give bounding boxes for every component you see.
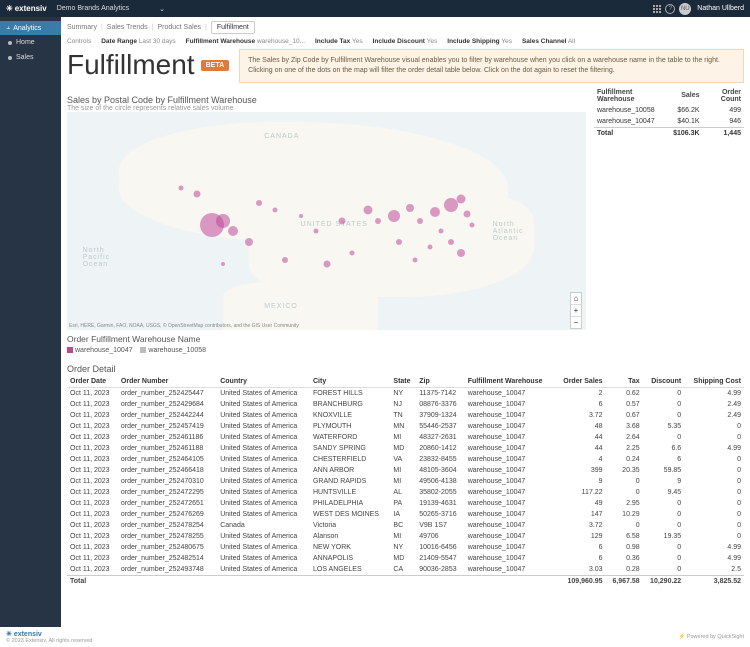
- topbar: ✳ extensiv Demo Brands Analytics⌄ ? NU N…: [0, 0, 750, 17]
- table-row[interactable]: Oct 11, 2023order_number_252470310United…: [67, 476, 744, 487]
- table-row[interactable]: Oct 11, 2023order_number_252442244United…: [67, 410, 744, 421]
- detail-col[interactable]: Discount: [643, 376, 685, 388]
- table-row[interactable]: Oct 11, 2023order_number_252457419United…: [67, 421, 744, 432]
- map-zoom-controls[interactable]: ⌂ + −: [570, 292, 582, 329]
- tab-summary[interactable]: Summary: [67, 24, 97, 31]
- sidebar-item-home[interactable]: Home: [0, 35, 61, 50]
- table-row[interactable]: Oct 11, 2023order_number_252429684United…: [67, 399, 744, 410]
- table-row[interactable]: Oct 11, 2023order_number_252472295United…: [67, 487, 744, 498]
- table-row[interactable]: Oct 11, 2023order_number_252480675United…: [67, 542, 744, 553]
- table-row[interactable]: Oct 11, 2023order_number_252478255United…: [67, 531, 744, 542]
- tab-sales-trends[interactable]: Sales Trends: [107, 24, 148, 31]
- apps-icon[interactable]: [653, 5, 661, 13]
- wh-total-row: Total$106.3K1,445: [594, 127, 744, 139]
- user-avatar[interactable]: NU: [679, 3, 691, 15]
- detail-col[interactable]: Fulfillment Warehouse: [465, 376, 555, 388]
- user-name: Nathan Ullberd: [697, 5, 744, 12]
- table-row[interactable]: Oct 11, 2023order_number_252476269United…: [67, 509, 744, 520]
- detail-col[interactable]: Order Date: [67, 376, 118, 388]
- footer-logo: ✳ extensiv: [6, 631, 42, 638]
- footer-copyright: © 2023 Extensiv, All rights reserved: [6, 638, 93, 644]
- chart-icon: ⫠: [6, 24, 10, 32]
- tab-bar: Summary| Sales Trends| Product Sales| Fu…: [67, 21, 744, 34]
- table-row[interactable]: Oct 11, 2023order_number_252466418United…: [67, 465, 744, 476]
- detail-col[interactable]: Order Number: [118, 376, 217, 388]
- table-row[interactable]: Oct 11, 2023order_number_252425447United…: [67, 387, 744, 399]
- map-section-subtitle: The size of the circle represents relati…: [67, 105, 586, 112]
- info-callout: The Sales by Zip Code by Fulfillment War…: [239, 49, 744, 83]
- table-row[interactable]: Oct 11, 2023order_number_252493748United…: [67, 564, 744, 576]
- control-include-discount[interactable]: Include Discount Yes: [373, 38, 438, 45]
- map-label-mexico: MEXICO: [264, 303, 298, 310]
- wh-col-sales[interactable]: Sales: [670, 87, 702, 105]
- sidebar-item-sales[interactable]: Sales: [0, 50, 61, 65]
- map-label-pacific: North Pacific Ocean: [83, 247, 123, 268]
- table-row[interactable]: Oct 11, 2023order_number_252461186United…: [67, 432, 744, 443]
- legend-item-1[interactable]: warehouse_10058: [148, 347, 206, 354]
- footer: ✳ extensiv © 2023 Extensiv, All rights r…: [0, 627, 750, 647]
- control-sales-channel[interactable]: Sales Channel All: [522, 38, 575, 45]
- map-zoom-out[interactable]: −: [571, 317, 581, 328]
- controls-bar: Controls Date Range Last 30 days Fulfill…: [67, 38, 744, 45]
- help-icon[interactable]: ?: [665, 4, 675, 14]
- map-zoom-in[interactable]: +: [571, 305, 581, 317]
- detail-total-row: Total109,960.956,967.5810,290.223,825.52: [67, 575, 744, 587]
- map-section-title: Sales by Postal Code by Fulfillment Ware…: [67, 95, 586, 105]
- control-include-shipping[interactable]: Include Shipping Yes: [447, 38, 512, 45]
- sidebar-head-analytics[interactable]: ⫠Analytics: [0, 21, 61, 35]
- detail-col[interactable]: Country: [217, 376, 310, 388]
- detail-col[interactable]: Tax: [606, 376, 643, 388]
- table-row[interactable]: Oct 11, 2023order_number_252464105United…: [67, 454, 744, 465]
- map-label-canada: CANADA: [264, 133, 299, 140]
- chevron-down-icon: ⌄: [159, 5, 165, 13]
- brand-logo: ✳ extensiv: [6, 4, 47, 13]
- sidebar: ⫠Analytics Home Sales: [0, 17, 61, 627]
- main-content: Summary| Sales Trends| Product Sales| Fu…: [61, 17, 750, 627]
- detail-col[interactable]: Shipping Cost: [684, 376, 744, 388]
- table-row[interactable]: Oct 11, 2023order_number_252461188United…: [67, 443, 744, 454]
- detail-col[interactable]: State: [390, 376, 416, 388]
- beta-badge: BETA: [201, 60, 230, 71]
- detail-section-title: Order Detail: [67, 364, 744, 374]
- map-legend: Order Fulfillment Warehouse Name warehou…: [67, 334, 586, 354]
- table-row[interactable]: Oct 11, 2023order_number_252478254Canada…: [67, 520, 744, 531]
- map-attribution: Esri, HERE, Garmin, FAO, NOAA, USGS, © O…: [69, 323, 299, 329]
- home-icon: [8, 41, 12, 45]
- wh-col-count[interactable]: Order Count: [703, 87, 744, 105]
- detail-col[interactable]: Zip: [416, 376, 464, 388]
- map-home-icon[interactable]: ⌂: [571, 293, 581, 305]
- table-row[interactable]: Oct 11, 2023order_number_252482514United…: [67, 553, 744, 564]
- warehouse-summary-table: Fulfillment Warehouse Sales Order Count …: [594, 87, 744, 354]
- tab-product-sales[interactable]: Product Sales: [157, 24, 201, 31]
- sales-icon: [8, 56, 12, 60]
- footer-powered: ⚡ Powered by QuickSight: [678, 634, 744, 640]
- control-include-tax[interactable]: Include Tax Yes: [315, 38, 363, 45]
- wh-row[interactable]: warehouse_10058$66.2K499: [594, 105, 744, 116]
- brand-selector[interactable]: Demo Brands Analytics⌄: [57, 5, 165, 13]
- sales-map[interactable]: CANADA UNITED STATES North Atlantic Ocea…: [67, 112, 586, 330]
- detail-col[interactable]: City: [310, 376, 390, 388]
- detail-col[interactable]: Order Sales: [555, 376, 606, 388]
- control-warehouse[interactable]: Fulfillment Warehouse warehouse_10...: [186, 38, 305, 45]
- wh-row[interactable]: warehouse_10047$40.1K946: [594, 116, 744, 128]
- map-label-usa: UNITED STATES: [301, 221, 368, 228]
- legend-item-0[interactable]: warehouse_10047: [75, 347, 133, 354]
- map-label-atlantic: North Atlantic Ocean: [493, 221, 543, 242]
- order-detail-table: Order DateOrder NumberCountryCityStateZi…: [67, 376, 744, 587]
- page-title: Fulfillment BETA: [67, 49, 229, 81]
- controls-label: Controls: [67, 38, 91, 45]
- wh-col-name[interactable]: Fulfillment Warehouse: [594, 87, 670, 105]
- table-row[interactable]: Oct 11, 2023order_number_252472651United…: [67, 498, 744, 509]
- control-date-range[interactable]: Date Range Last 30 days: [101, 38, 175, 45]
- tab-fulfillment[interactable]: Fulfillment: [211, 21, 255, 34]
